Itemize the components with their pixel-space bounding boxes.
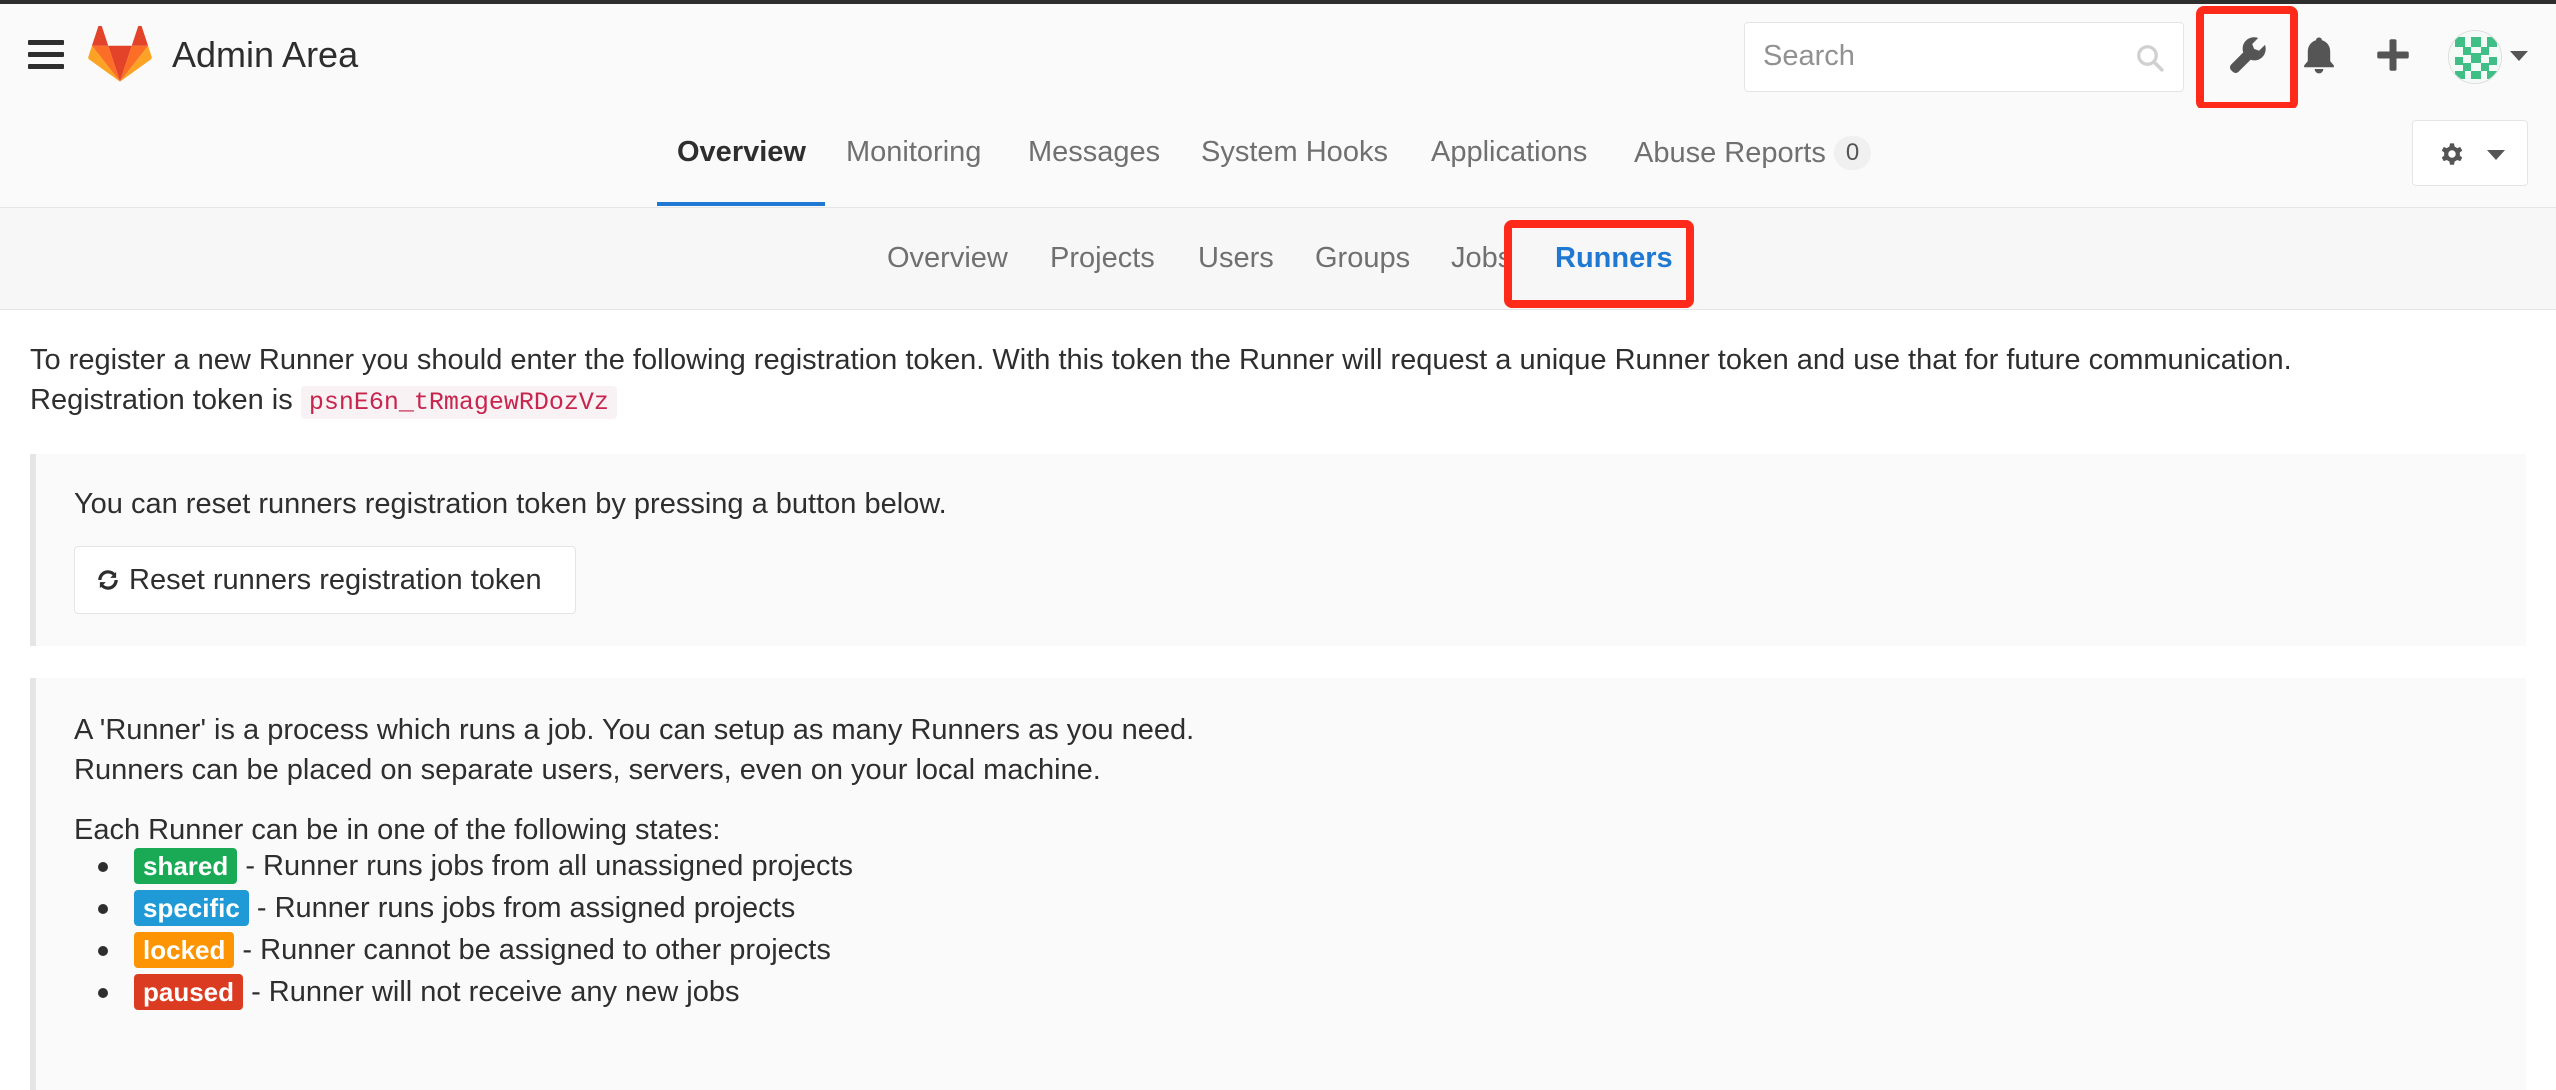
admin-subnav: Overview Projects Users Groups Jobs Runn…	[0, 208, 2556, 310]
search-icon	[2137, 45, 2164, 72]
subnav-runners[interactable]: Runners	[1555, 242, 1673, 275]
gear-icon	[2441, 143, 2463, 165]
tab-overview[interactable]: Overview	[677, 136, 806, 169]
tab-messages[interactable]: Messages	[1028, 136, 1160, 169]
status-badge: paused	[134, 974, 244, 1010]
subnav-jobs[interactable]: Jobs	[1451, 242, 1512, 275]
registration-token-line: Registration token is psnE6n_tRmagewRDoz…	[30, 380, 2530, 423]
avatar[interactable]	[2448, 30, 2502, 84]
top-navbar: Admin Area	[0, 0, 2556, 108]
list-item: shared - Runner runs jobs from all unass…	[86, 846, 853, 888]
tab-system-hooks[interactable]: System Hooks	[1201, 136, 1388, 169]
active-tab-indicator	[657, 202, 825, 206]
settings-dropdown-button[interactable]	[2412, 120, 2528, 186]
status-badge: locked	[134, 932, 235, 968]
chevron-down-icon[interactable]	[2510, 51, 2528, 61]
subnav-users[interactable]: Users	[1198, 242, 1274, 275]
status-badge: shared	[134, 848, 238, 884]
tab-monitoring[interactable]: Monitoring	[846, 136, 981, 169]
runner-states-list: shared - Runner runs jobs from all unass…	[86, 846, 853, 1014]
tab-applications[interactable]: Applications	[1431, 136, 1587, 169]
search-box[interactable]	[1744, 22, 2184, 92]
chevron-down-icon	[2487, 150, 2505, 160]
states-intro: Each Runner can be in one of the followi…	[74, 814, 721, 846]
admin-nav-tabs: Overview Monitoring Messages System Hook…	[0, 108, 2556, 208]
intro-text: To register a new Runner you should ente…	[30, 344, 2292, 376]
list-item: locked - Runner cannot be assigned to ot…	[86, 930, 853, 972]
bell-icon[interactable]	[2298, 34, 2340, 76]
reset-hint: You can reset runners registration token…	[74, 488, 947, 520]
gitlab-logo[interactable]	[88, 26, 152, 84]
abuse-reports-count: 0	[1833, 136, 1872, 170]
subnav-projects[interactable]: Projects	[1050, 242, 1155, 275]
token-label: Registration token is	[30, 384, 293, 416]
subnav-overview[interactable]: Overview	[887, 242, 1008, 275]
about-line-2: Runners can be placed on separate users,…	[74, 754, 1101, 786]
wrench-icon[interactable]	[2227, 34, 2269, 76]
list-item: specific - Runner runs jobs from assigne…	[86, 888, 853, 930]
subnav-groups[interactable]: Groups	[1315, 242, 1410, 275]
tab-abuse-reports[interactable]: Abuse Reports 0	[1634, 136, 1872, 170]
about-line-1: A 'Runner' is a process which runs a job…	[74, 714, 1195, 746]
runners-intro: To register a new Runner you should ente…	[30, 340, 2530, 423]
status-badge: specific	[134, 890, 249, 926]
hamburger-icon[interactable]	[28, 40, 64, 70]
runner-info-panel: A 'Runner' is a process which runs a job…	[30, 678, 2526, 1090]
refresh-icon	[98, 569, 118, 590]
list-item: paused - Runner will not receive any new…	[86, 972, 853, 1014]
registration-token[interactable]: psnE6n_tRmagewRDozVz	[300, 386, 617, 419]
search-input[interactable]	[1763, 23, 2123, 89]
app-title: Admin Area	[172, 34, 359, 75]
reset-token-button[interactable]: Reset runners registration token	[74, 546, 576, 614]
reset-token-panel: You can reset runners registration token…	[30, 454, 2526, 646]
plus-icon[interactable]	[2372, 34, 2414, 76]
